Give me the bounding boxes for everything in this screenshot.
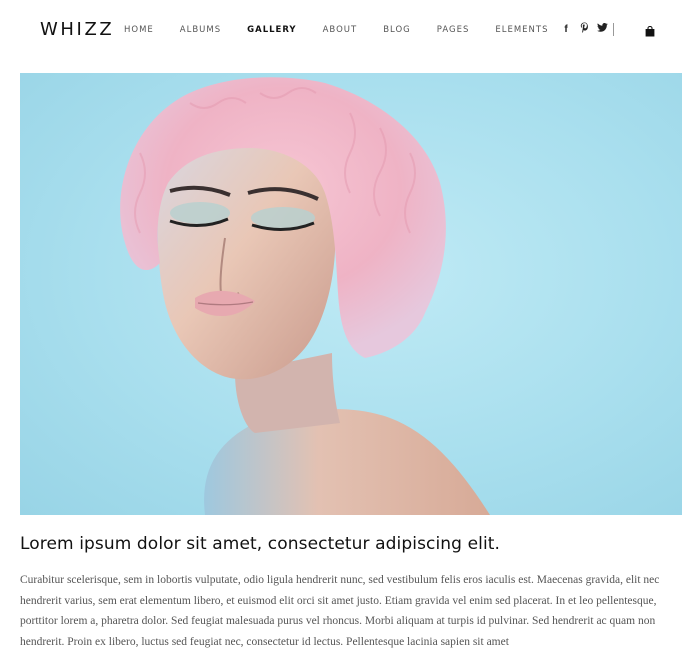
hero-image (20, 73, 682, 515)
shopping-bag-icon[interactable] (645, 24, 655, 37)
portrait-photo (120, 77, 491, 515)
nav-item-blog[interactable]: BLOG (383, 25, 411, 35)
nav-item-pages[interactable]: PAGES (437, 25, 470, 35)
post-body: Curabitur scelerisque, sem in lobortis v… (20, 574, 660, 648)
site-header: WHIZZ HOME ALBUMS GALLERY ABOUT BLOG PAG… (0, 0, 700, 60)
main-nav: HOME ALBUMS GALLERY ABOUT BLOG PAGES ELE… (124, 25, 574, 35)
nav-item-about[interactable]: ABOUT (323, 25, 358, 35)
header-divider (613, 23, 614, 36)
social-links: f (557, 22, 611, 36)
pinterest-icon[interactable] (575, 22, 593, 36)
facebook-icon[interactable]: f (557, 24, 575, 35)
twitter-icon[interactable] (593, 23, 611, 35)
nav-item-gallery[interactable]: GALLERY (247, 25, 296, 35)
nav-item-home[interactable]: HOME (124, 25, 154, 35)
nav-item-elements[interactable]: ELEMENTS (495, 25, 548, 35)
post-title: Lorem ipsum dolor sit amet, consectetur … (20, 534, 501, 554)
site-logo[interactable]: WHIZZ (40, 19, 114, 40)
face-shape (157, 144, 336, 380)
shoulder-shape (204, 408, 491, 515)
nav-item-albums[interactable]: ALBUMS (180, 25, 221, 35)
